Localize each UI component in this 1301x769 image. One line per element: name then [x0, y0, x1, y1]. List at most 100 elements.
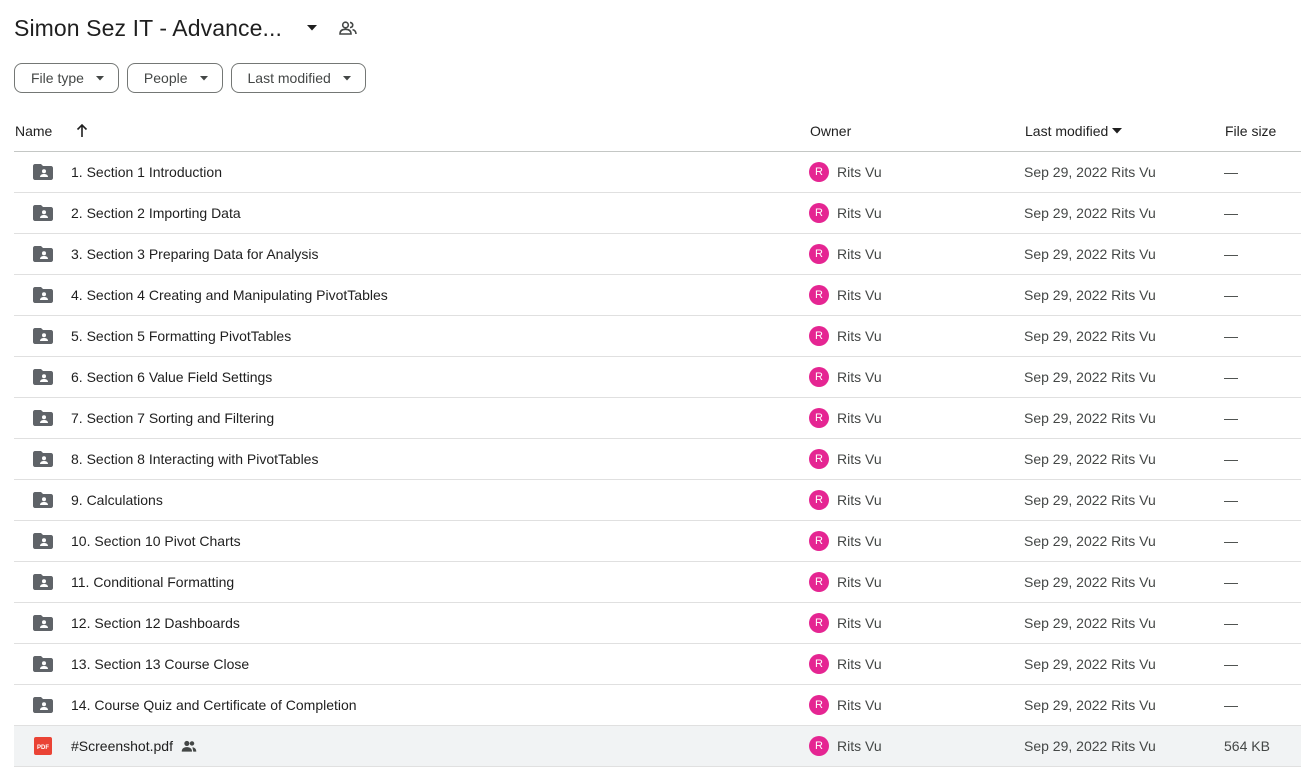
- file-name[interactable]: 13. Section 13 Course Close: [71, 656, 249, 672]
- owner-name: Rits Vu: [837, 656, 882, 672]
- file-name[interactable]: 2. Section 2 Importing Data: [71, 205, 241, 221]
- last-modified-cell: Sep 29, 2022 Rits Vu: [1024, 205, 1156, 221]
- file-name[interactable]: 3. Section 3 Preparing Data for Analysis: [71, 246, 318, 262]
- table-row[interactable]: 1. Section 1 Introduction R Rits Vu Sep 29,…: [14, 152, 1301, 193]
- file-size-column-header[interactable]: File size: [1225, 123, 1301, 139]
- header: Simon Sez IT - Advance...: [14, 8, 360, 48]
- table-row[interactable]: 14. Course Quiz and Certificate of Compl…: [14, 685, 1301, 726]
- file-name[interactable]: #Screenshot.pdf: [71, 738, 173, 754]
- owner-cell: R Rits Vu: [809, 203, 1024, 223]
- name-column-header[interactable]: Name: [14, 123, 810, 139]
- file-name[interactable]: 12. Section 12 Dashboards: [71, 615, 240, 631]
- avatar: R: [809, 654, 829, 674]
- file-name-cell: 14. Course Quiz and Certificate of Compl…: [14, 694, 809, 716]
- last-modified-cell: Sep 29, 2022 Rits Vu: [1024, 615, 1156, 631]
- file-name[interactable]: 9. Calculations: [71, 492, 163, 508]
- owner-column-header[interactable]: Owner: [810, 123, 1025, 139]
- people-filter[interactable]: People: [126, 63, 223, 93]
- last-modified-cell: Sep 29, 2022 Rits Vu: [1024, 533, 1156, 549]
- owner-name: Rits Vu: [837, 615, 882, 631]
- owner-cell: R Rits Vu: [809, 695, 1024, 715]
- file-name-cell: 8. Section 8 Interacting with PivotTable…: [14, 448, 809, 470]
- owner-name: Rits Vu: [837, 164, 882, 180]
- owner-cell: R Rits Vu: [809, 162, 1024, 182]
- owner-name: Rits Vu: [837, 205, 882, 221]
- table-row[interactable]: 12. Section 12 Dashboards R Rits Vu Sep 29,…: [14, 603, 1301, 644]
- file-size-cell: —: [1224, 574, 1238, 590]
- table-row[interactable]: 8. Section 8 Interacting with PivotTable…: [14, 439, 1301, 480]
- table-row[interactable]: 2. Section 2 Importing Data R Rits Vu Sep 2…: [14, 193, 1301, 234]
- file-type-filter[interactable]: File type: [14, 63, 119, 93]
- caret-down-icon: [342, 75, 351, 81]
- file-name[interactable]: 1. Section 1 Introduction: [71, 164, 222, 180]
- owner-cell: R Rits Vu: [809, 736, 1024, 756]
- last-modified-cell: Sep 29, 2022 Rits Vu: [1024, 697, 1156, 713]
- last-modified-cell: Sep 29, 2022 Rits Vu: [1024, 738, 1156, 754]
- file-rows: 1. Section 1 Introduction R Rits Vu Sep 29,…: [14, 152, 1301, 767]
- table-row[interactable]: 7. Section 7 Sorting and Filtering R Rits …: [14, 398, 1301, 439]
- last-modified-column-header[interactable]: Last modified: [1025, 123, 1225, 139]
- shared-people-icon[interactable]: [336, 16, 360, 40]
- shared-folder-icon: [32, 571, 54, 593]
- sort-ascending-arrow-icon[interactable]: [76, 124, 88, 138]
- owner-name: Rits Vu: [837, 451, 882, 467]
- file-name-cell: 3. Section 3 Preparing Data for Analysis: [14, 243, 809, 265]
- owner-cell: R Rits Vu: [809, 244, 1024, 264]
- name-header-label: Name: [15, 123, 53, 139]
- last-modified-cell: Sep 29, 2022 Rits Vu: [1024, 656, 1156, 672]
- pdf-icon-text: PDF: [37, 745, 49, 751]
- owner-name: Rits Vu: [837, 533, 882, 549]
- owner-name: Rits Vu: [837, 738, 882, 754]
- owner-name: Rits Vu: [837, 328, 882, 344]
- file-name[interactable]: 14. Course Quiz and Certificate of Compl…: [71, 697, 357, 713]
- shared-folder-icon: [32, 612, 54, 634]
- folder-title[interactable]: Simon Sez IT - Advance...: [14, 15, 282, 42]
- folder-menu-dropdown[interactable]: [300, 16, 324, 40]
- caret-down-icon: [95, 75, 104, 81]
- table-row[interactable]: 4. Section 4 Creating and Manipulating P…: [14, 275, 1301, 316]
- avatar: R: [809, 285, 829, 305]
- table-row[interactable]: 3. Section 3 Preparing Data for Analysis…: [14, 234, 1301, 275]
- file-name[interactable]: 5. Section 5 Formatting PivotTables: [71, 328, 291, 344]
- avatar: R: [809, 449, 829, 469]
- table-row[interactable]: 11. Conditional Formatting R Rits Vu Sep 29…: [14, 562, 1301, 603]
- last-modified-cell: Sep 29, 2022 Rits Vu: [1024, 574, 1156, 590]
- last-modified-filter[interactable]: Last modified: [230, 63, 366, 93]
- file-name[interactable]: 8. Section 8 Interacting with PivotTable…: [71, 451, 318, 467]
- file-size-cell: —: [1224, 533, 1238, 549]
- owner-cell: R Rits Vu: [809, 490, 1024, 510]
- file-size-cell: —: [1224, 656, 1238, 672]
- last-modified-cell: Sep 29, 2022 Rits Vu: [1024, 328, 1156, 344]
- file-name[interactable]: 11. Conditional Formatting: [71, 574, 234, 590]
- owner-cell: R Rits Vu: [809, 613, 1024, 633]
- owner-cell: R Rits Vu: [809, 572, 1024, 592]
- file-type-filter-label: File type: [31, 70, 84, 86]
- file-name-cell: 1. Section 1 Introduction: [14, 161, 809, 183]
- table-row[interactable]: 10. Section 10 Pivot Charts R Rits Vu Sep 2…: [14, 521, 1301, 562]
- file-size-cell: —: [1224, 287, 1238, 303]
- shared-people-icon: [181, 740, 197, 752]
- file-size-cell: —: [1224, 615, 1238, 631]
- last-modified-cell: Sep 29, 2022 Rits Vu: [1024, 451, 1156, 467]
- file-name[interactable]: 10. Section 10 Pivot Charts: [71, 533, 241, 549]
- file-name-cell: 13. Section 13 Course Close: [14, 653, 809, 675]
- avatar: R: [809, 736, 829, 756]
- owner-name: Rits Vu: [837, 410, 882, 426]
- avatar: R: [809, 203, 829, 223]
- file-name[interactable]: 4. Section 4 Creating and Manipulating P…: [71, 287, 388, 303]
- table-row[interactable]: 6. Section 6 Value Field Settings R Rits V…: [14, 357, 1301, 398]
- file-size-cell: —: [1224, 451, 1238, 467]
- people-filter-label: People: [143, 70, 188, 86]
- table-row[interactable]: 5. Section 5 Formatting PivotTables R Rits…: [14, 316, 1301, 357]
- file-size-cell: —: [1224, 410, 1238, 426]
- shared-folder-icon: [32, 161, 54, 183]
- avatar: R: [809, 408, 829, 428]
- shared-folder-icon: [32, 448, 54, 470]
- file-name[interactable]: 7. Section 7 Sorting and Filtering: [71, 410, 274, 426]
- shared-folder-icon: [32, 530, 54, 552]
- owner-cell: R Rits Vu: [809, 531, 1024, 551]
- table-row[interactable]: 13. Section 13 Course Close R Rits Vu Sep 2…: [14, 644, 1301, 685]
- file-name[interactable]: 6. Section 6 Value Field Settings: [71, 369, 272, 385]
- table-row[interactable]: 9. Calculations R Rits Vu Sep 29, 2022 Rits…: [14, 480, 1301, 521]
- table-row[interactable]: PDF #Screenshot.pdf R Rits Vu Sep 29, 2022 R…: [14, 726, 1301, 767]
